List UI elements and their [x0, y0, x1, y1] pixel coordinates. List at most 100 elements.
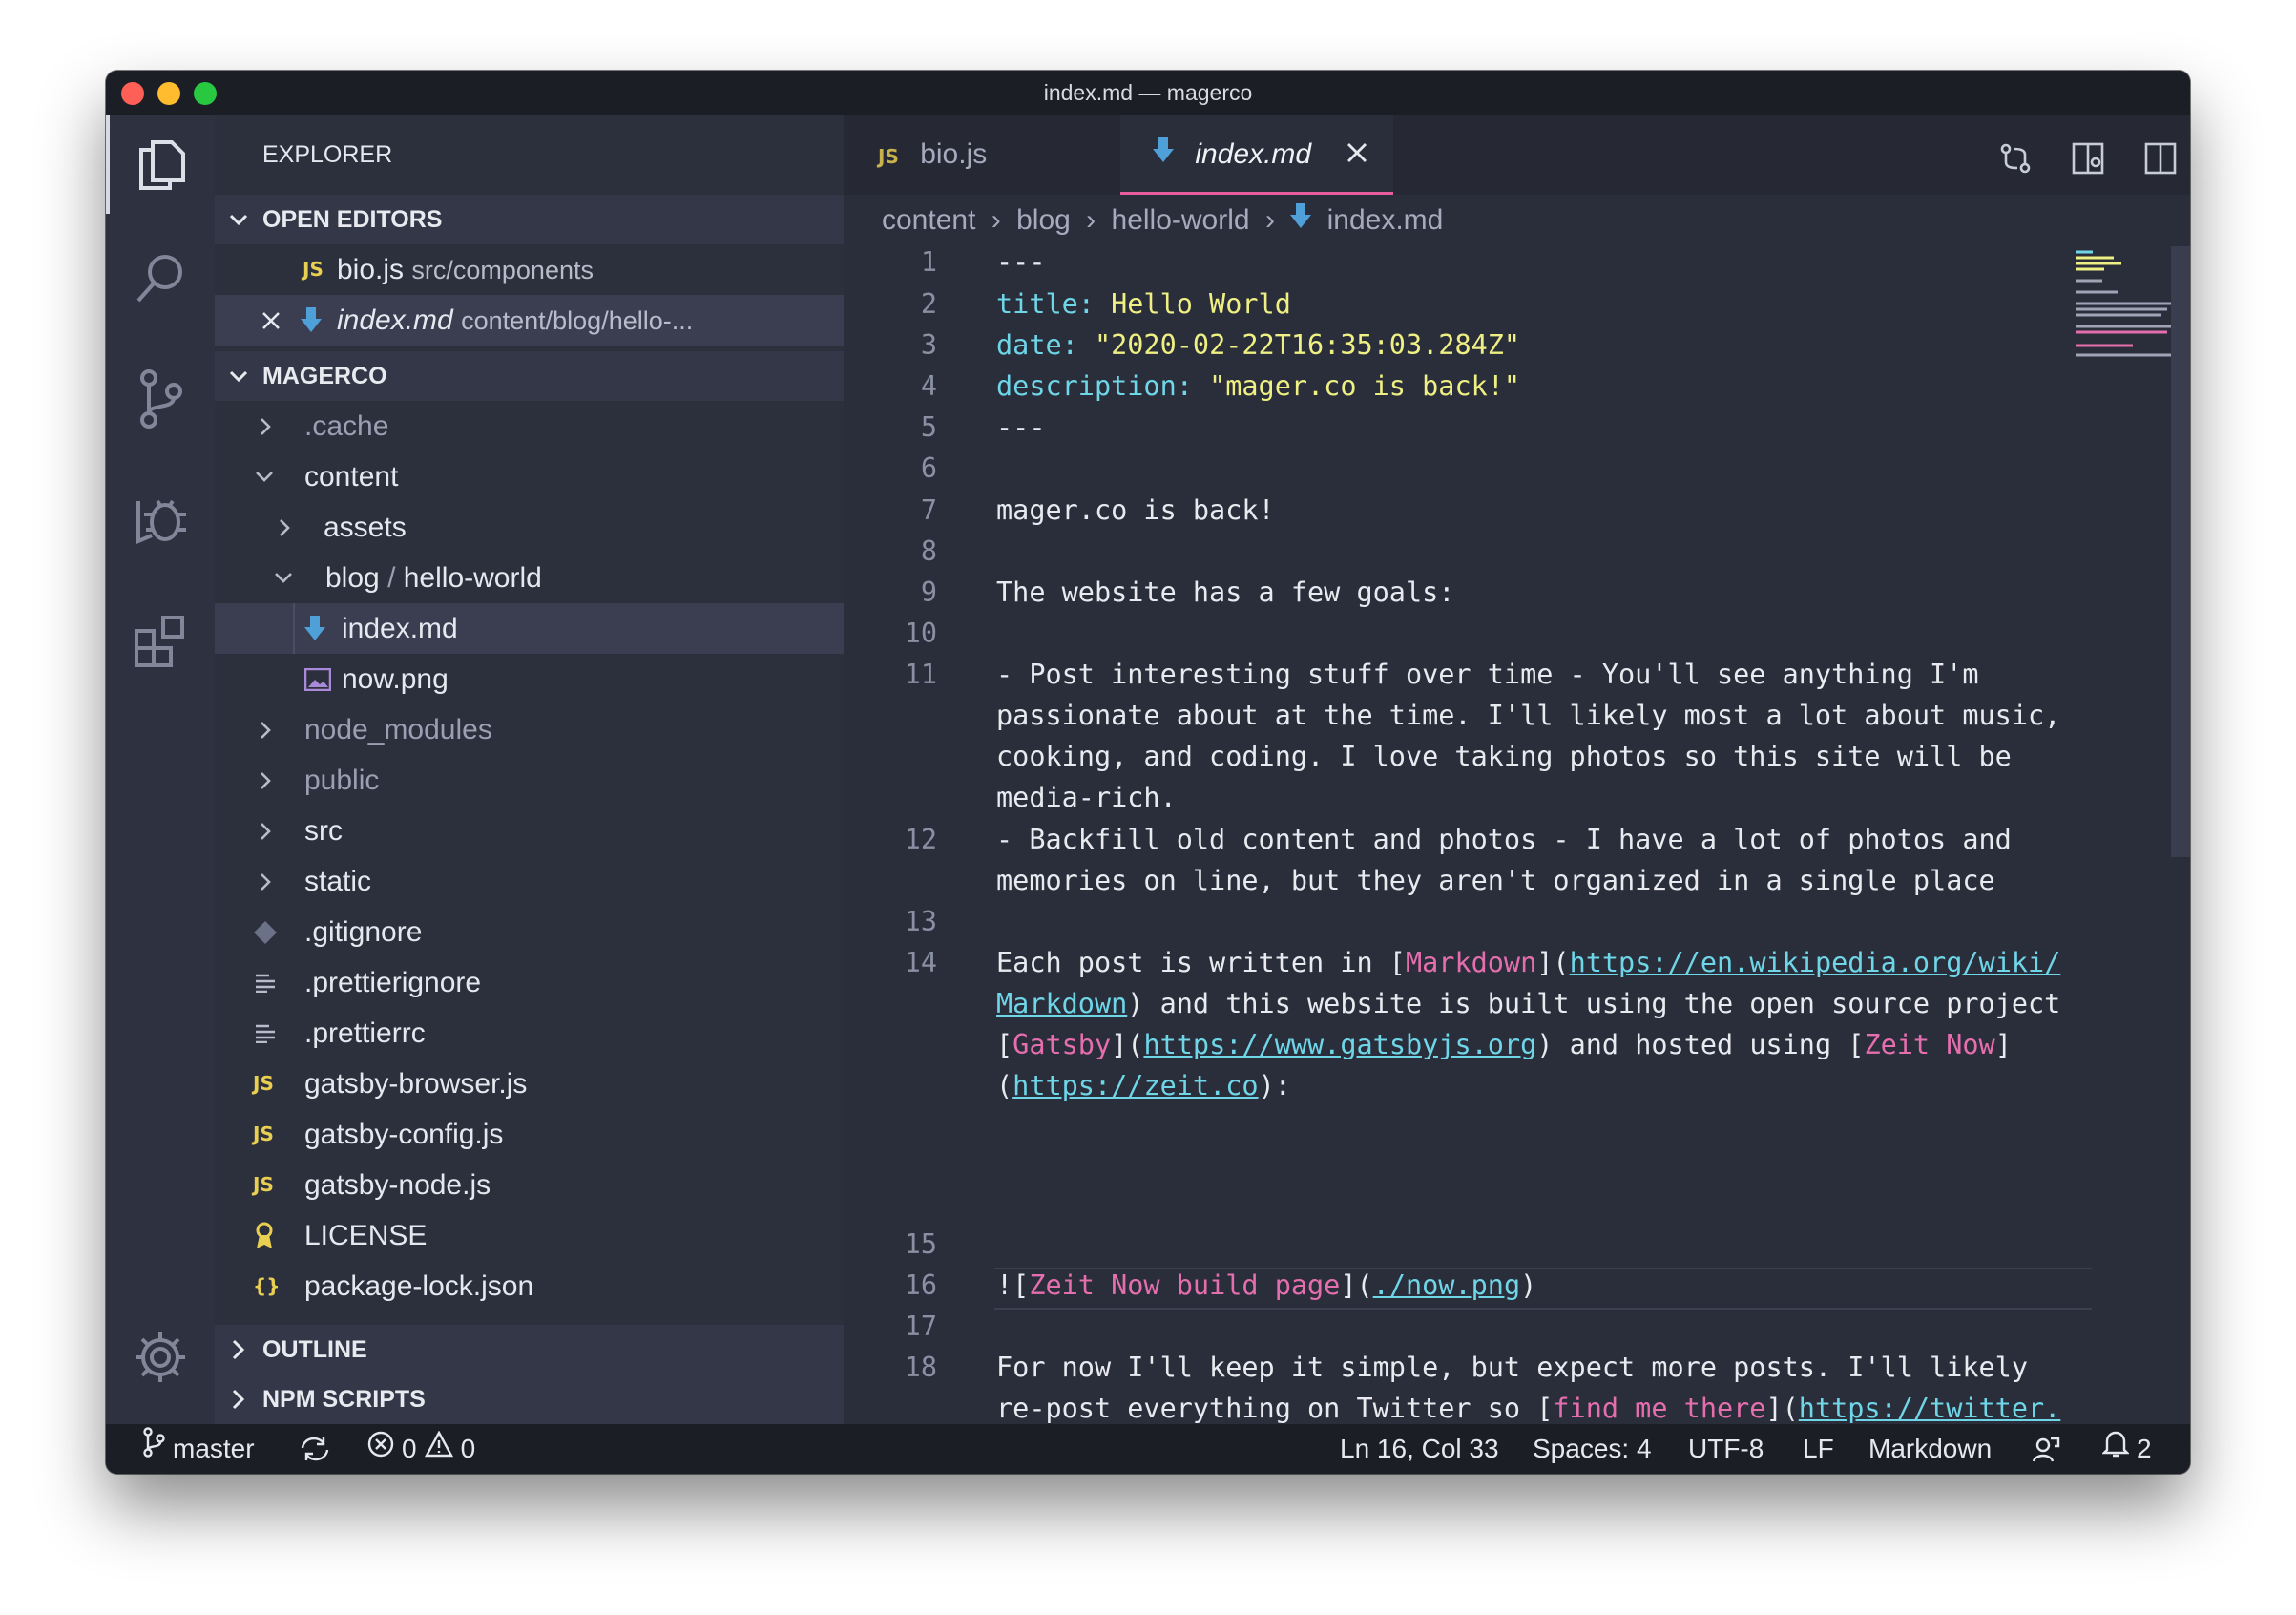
code-line: Each post is written in [Markdown](https…: [996, 947, 2061, 978]
minimap[interactable]: [2072, 246, 2177, 1424]
tree-folder-src[interactable]: src: [215, 806, 844, 856]
bell-icon: [2101, 1424, 2130, 1474]
tree-folder-cache[interactable]: .cache: [215, 401, 844, 451]
open-editor-filename: index.md: [337, 304, 453, 336]
open-editor-path: src/components: [411, 256, 594, 284]
line-number: 15: [904, 1228, 937, 1260]
tab-index-md[interactable]: index.md: [1120, 115, 1393, 195]
explorer-sidebar: EXPLORER OPEN EDITORS JS bio.js src/comp…: [215, 115, 844, 1424]
tree-file-index-md[interactable]: index.md: [215, 603, 844, 654]
chevron-right-icon: [257, 856, 274, 907]
close-icon[interactable]: [261, 295, 282, 346]
warning-icon: [424, 1424, 453, 1474]
language-mode[interactable]: Markdown: [1868, 1424, 1992, 1474]
line-number: 10: [904, 618, 937, 649]
chevron-right-icon: [257, 704, 274, 755]
image-file-icon: [304, 654, 331, 704]
status-bar: master 0 0 Ln 16, Col 33 Spaces: 4 UTF-8…: [106, 1424, 2190, 1474]
line-number: 6: [920, 452, 937, 484]
link-url[interactable]: ./now.png: [1373, 1269, 1520, 1301]
link-url[interactable]: Markdown: [996, 988, 1127, 1019]
tree-file-prettierrc[interactable]: .prettierrc: [215, 1008, 844, 1059]
open-changes-icon[interactable]: [1998, 141, 2033, 180]
open-preview-icon[interactable]: [2071, 141, 2105, 180]
end-of-line[interactable]: LF: [1803, 1424, 1834, 1474]
problems-indicator[interactable]: 0 0: [367, 1424, 475, 1474]
tree-folder-node-modules[interactable]: node_modules: [215, 704, 844, 755]
code-line-wrap: [Gatsby](https://www.gatsbyjs.org) and h…: [996, 1029, 2012, 1060]
markdown-file-icon: [1290, 196, 1312, 247]
open-editors-header[interactable]: OPEN EDITORS: [215, 195, 844, 244]
title-bar: index.md — magerco: [106, 71, 2190, 115]
editor-area: JS bio.js index.md content › blog › hell…: [844, 115, 2190, 1465]
open-editor-path: content/blog/hello-...: [461, 306, 694, 335]
breadcrumb-item[interactable]: hello-world: [1112, 204, 1250, 236]
indentation[interactable]: Spaces: 4: [1533, 1424, 1652, 1474]
chevron-right-icon: [257, 401, 274, 451]
breadcrumb-item[interactable]: blog: [1016, 204, 1071, 236]
chevron-right-icon: [257, 755, 274, 806]
feedback-icon[interactable]: [2032, 1424, 2060, 1474]
tree-file-package-lock[interactable]: {} package-lock.json: [215, 1261, 844, 1311]
cursor-position[interactable]: Ln 16, Col 33: [1340, 1424, 1499, 1474]
npm-scripts-header[interactable]: NPM SCRIPTS: [215, 1374, 844, 1424]
chevron-right-icon: [257, 806, 274, 856]
tree-file-gatsby-node[interactable]: JS gatsby-node.js: [215, 1160, 844, 1210]
open-editor-item-active[interactable]: index.md content/blog/hello-...: [215, 295, 844, 346]
code-line: ---: [996, 246, 1046, 278]
link-url[interactable]: https://en.wikipedia.org/wiki/: [1570, 947, 2061, 978]
tree-file-gatsby-config[interactable]: JS gatsby-config.js: [215, 1109, 844, 1160]
extensions-icon[interactable]: [106, 592, 215, 691]
tab-bio-js[interactable]: JS bio.js: [844, 115, 1120, 195]
zoom-window-button[interactable]: [194, 82, 217, 105]
tree-file-license[interactable]: LICENSE: [215, 1210, 844, 1261]
markdown-file-icon: [1153, 115, 1174, 196]
activity-bar: [106, 115, 215, 1424]
tree-folder-assets[interactable]: assets: [215, 502, 844, 553]
project-header[interactable]: MAGERCO: [215, 351, 844, 401]
line-number: 16: [904, 1269, 937, 1301]
link-url[interactable]: https://www.gatsbyjs.org: [1143, 1029, 1536, 1060]
line-number: 12: [904, 824, 937, 855]
search-icon[interactable]: [106, 229, 215, 328]
tree-folder-content[interactable]: content: [215, 451, 844, 502]
explorer-icon[interactable]: [106, 115, 215, 214]
settings-gear-icon[interactable]: [106, 1308, 215, 1407]
tree-file-prettierignore[interactable]: .prettierignore: [215, 957, 844, 1008]
minimize-window-button[interactable]: [157, 82, 180, 105]
vscode-window: index.md — magerco EXPLORER OPEN EDITORS: [106, 71, 2190, 1474]
line-number: 17: [904, 1311, 937, 1342]
code-line-wrap: memories on line, but they aren't organi…: [996, 865, 1995, 896]
breadcrumb-item[interactable]: content: [882, 204, 975, 236]
close-window-button[interactable]: [121, 82, 144, 105]
breadcrumb-item[interactable]: index.md: [1327, 204, 1444, 236]
tree-folder-blog-hello-world[interactable]: blog / hello-world: [215, 553, 844, 603]
window-title: index.md — magerco: [1043, 80, 1253, 105]
split-editor-icon[interactable]: [2143, 141, 2178, 180]
tree-folder-public[interactable]: public: [215, 755, 844, 806]
chevron-right-icon: [228, 1374, 249, 1424]
notifications[interactable]: 2: [2101, 1424, 2152, 1474]
code-line: ![Zeit Now build page](./now.png): [996, 1269, 1537, 1301]
chevron-down-icon: [253, 451, 276, 502]
chevron-down-icon: [226, 351, 251, 401]
line-number: 8: [920, 535, 937, 567]
source-control-icon[interactable]: [106, 349, 215, 449]
explorer-title: EXPLORER: [262, 141, 393, 168]
branch-indicator[interactable]: master: [142, 1424, 255, 1474]
sync-icon[interactable]: [299, 1424, 331, 1474]
tree-folder-static[interactable]: static: [215, 856, 844, 907]
debug-icon[interactable]: [106, 472, 215, 571]
json-file-icon: {}: [253, 1274, 281, 1297]
tree-file-gatsby-browser[interactable]: JS gatsby-browser.js: [215, 1059, 844, 1109]
open-editor-item[interactable]: JS bio.js src/components: [215, 244, 844, 295]
code-editor[interactable]: 1 --- 2 title: Hello World 3 date: "2020…: [844, 246, 2122, 1424]
outline-header[interactable]: OUTLINE: [215, 1325, 844, 1374]
vertical-scrollbar[interactable]: [2171, 246, 2190, 857]
tree-file-now-png[interactable]: now.png: [215, 654, 844, 704]
link-url[interactable]: https://zeit.co: [1012, 1070, 1258, 1101]
encoding[interactable]: UTF-8: [1688, 1424, 1764, 1474]
js-file-icon: JS: [253, 1072, 274, 1095]
tree-file-gitignore[interactable]: .gitignore: [215, 907, 844, 957]
chevron-right-icon: ›: [1086, 204, 1096, 236]
